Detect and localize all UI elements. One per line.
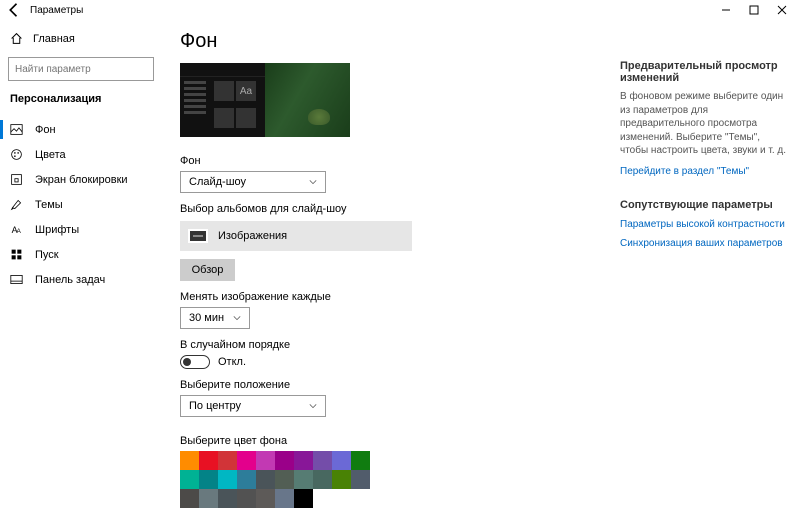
color-swatch[interactable]: [218, 470, 237, 489]
color-swatch[interactable]: [180, 470, 199, 489]
album-item[interactable]: Изображения: [180, 221, 412, 251]
chevron-down-icon: [309, 178, 317, 186]
fit-value: По центру: [189, 400, 241, 412]
sidebar: Главная Персонализация Фон Цвета Экран б…: [0, 20, 162, 509]
sync-link[interactable]: Синхронизация ваших параметров: [620, 238, 788, 249]
fit-label: Выберите положение: [180, 379, 602, 391]
color-swatch[interactable]: [199, 451, 218, 470]
interval-select[interactable]: 30 мин: [180, 307, 250, 329]
color-swatch[interactable]: [275, 451, 294, 470]
color-swatch[interactable]: [256, 489, 275, 508]
color-swatch[interactable]: [180, 489, 199, 508]
home-label: Главная: [33, 33, 75, 45]
color-swatch[interactable]: [199, 470, 218, 489]
window-title: Параметры: [30, 5, 83, 16]
background-select-value: Слайд-шоу: [189, 176, 246, 188]
sidebar-item-start[interactable]: Пуск: [8, 242, 154, 267]
background-label: Фон: [180, 155, 602, 167]
interval-value: 30 мин: [189, 312, 224, 324]
preview-heading: Предварительный просмотр изменений: [620, 60, 788, 84]
home-link[interactable]: Главная: [8, 28, 154, 49]
shuffle-value: Откл.: [218, 356, 246, 368]
picture-icon: [10, 123, 23, 136]
color-swatch[interactable]: [237, 489, 256, 508]
interval-label: Менять изображение каждые: [180, 291, 602, 303]
color-label: Выберите цвет фона: [180, 435, 602, 447]
search-field[interactable]: [15, 64, 147, 75]
close-button[interactable]: [768, 1, 796, 19]
themes-icon: [10, 198, 23, 211]
sidebar-item-label: Темы: [35, 199, 63, 211]
themes-link[interactable]: Перейдите в раздел "Темы": [620, 166, 788, 177]
back-button[interactable]: [4, 0, 24, 20]
sidebar-item-label: Панель задач: [35, 274, 105, 286]
start-icon: [10, 248, 23, 261]
background-select[interactable]: Слайд-шоу: [180, 171, 326, 193]
background-preview: Aa: [180, 63, 350, 137]
sidebar-item-colors[interactable]: Цвета: [8, 142, 154, 167]
color-swatch[interactable]: [275, 489, 294, 508]
sidebar-item-label: Пуск: [35, 249, 59, 261]
svg-text:A: A: [17, 228, 22, 235]
shuffle-toggle[interactable]: [180, 355, 210, 369]
folder-thumb-icon: [188, 229, 208, 243]
sidebar-item-taskbar[interactable]: Панель задач: [8, 267, 154, 292]
sidebar-item-label: Шрифты: [35, 224, 79, 236]
color-swatch[interactable]: [313, 451, 332, 470]
sidebar-item-label: Экран блокировки: [35, 174, 128, 186]
color-swatch[interactable]: [237, 451, 256, 470]
minimize-button[interactable]: [712, 1, 740, 19]
maximize-button[interactable]: [740, 1, 768, 19]
main-content: Фон Aa Фон Слайд-шоу Выбор альбомов для …: [162, 20, 620, 509]
browse-button[interactable]: Обзор: [180, 259, 235, 281]
fit-select[interactable]: По центру: [180, 395, 326, 417]
chevron-down-icon: [309, 402, 317, 410]
color-swatch[interactable]: [351, 470, 370, 489]
fonts-icon: AA: [10, 223, 23, 236]
color-swatch[interactable]: [237, 470, 256, 489]
color-swatch[interactable]: [180, 451, 199, 470]
search-input[interactable]: [8, 57, 154, 81]
color-swatch[interactable]: [313, 470, 332, 489]
color-swatch[interactable]: [332, 451, 351, 470]
color-swatch[interactable]: [332, 470, 351, 489]
shuffle-label: В случайном порядке: [180, 339, 602, 351]
lockscreen-icon: [10, 173, 23, 186]
home-icon: [10, 32, 23, 45]
page-title: Фон: [180, 30, 602, 53]
color-swatch[interactable]: [294, 451, 313, 470]
color-palette: [180, 451, 370, 508]
chevron-down-icon: [233, 314, 241, 322]
album-label: Выбор альбомов для слайд-шоу: [180, 203, 602, 215]
sidebar-item-label: Фон: [35, 124, 56, 136]
color-swatch[interactable]: [199, 489, 218, 508]
sidebar-item-background[interactable]: Фон: [8, 117, 154, 142]
right-column: Предварительный просмотр изменений В фон…: [620, 20, 800, 509]
color-swatch[interactable]: [218, 451, 237, 470]
high-contrast-link[interactable]: Параметры высокой контрастности: [620, 219, 788, 230]
related-heading: Сопутствующие параметры: [620, 199, 788, 211]
album-value: Изображения: [218, 230, 287, 242]
sidebar-item-themes[interactable]: Темы: [8, 192, 154, 217]
color-swatch[interactable]: [256, 470, 275, 489]
palette-icon: [10, 148, 23, 161]
sidebar-item-fonts[interactable]: AA Шрифты: [8, 217, 154, 242]
taskbar-icon: [10, 273, 23, 286]
color-swatch[interactable]: [275, 470, 294, 489]
sidebar-item-label: Цвета: [35, 149, 66, 161]
color-swatch[interactable]: [294, 489, 313, 508]
color-swatch[interactable]: [351, 451, 370, 470]
sidebar-item-lockscreen[interactable]: Экран блокировки: [8, 167, 154, 192]
color-swatch[interactable]: [294, 470, 313, 489]
color-swatch[interactable]: [218, 489, 237, 508]
color-swatch[interactable]: [256, 451, 275, 470]
preview-description: В фоновом режиме выберите один из параме…: [620, 90, 788, 158]
section-title: Персонализация: [8, 91, 154, 107]
